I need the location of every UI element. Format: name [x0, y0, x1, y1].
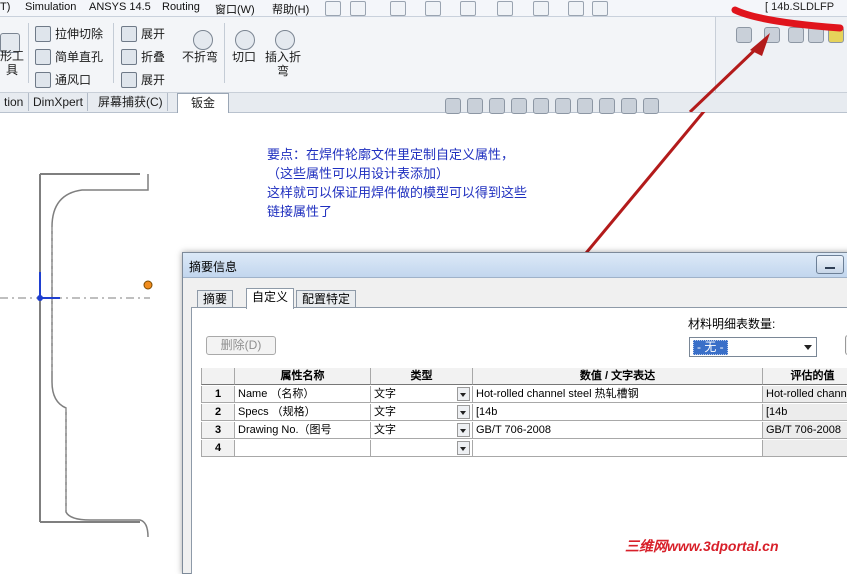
chevron-down-icon[interactable]: [457, 423, 470, 437]
col-header-type[interactable]: 类型: [371, 368, 473, 385]
evaluated-value-cell: [763, 440, 847, 457]
watermark: 三维网www.3dportal.cn: [625, 538, 779, 554]
sketch-point-highlight: [143, 280, 153, 290]
type-cell-text: 文字: [374, 424, 396, 436]
note-line: 要点：在焊件轮廓文件里定制自定义属性，: [267, 148, 515, 163]
property-name-cell[interactable]: [235, 440, 371, 457]
tab-summary[interactable]: 摘要: [197, 290, 234, 308]
value-cell[interactable]: [14b: [473, 404, 763, 421]
value-cell[interactable]: Hot-rolled channel steel 热轧槽钢: [473, 386, 763, 403]
note-line: 链接属性了: [267, 205, 333, 220]
value-cell[interactable]: GB/T 706-2008: [473, 422, 763, 439]
col-header-value[interactable]: 数值 / 文字表达: [473, 368, 763, 385]
origin-point: [37, 295, 43, 301]
property-name-cell[interactable]: Name （名称）: [235, 386, 371, 403]
evaluated-value-cell: GB/T 706-2008: [763, 422, 847, 439]
value-cell[interactable]: [473, 440, 763, 457]
annotation-underline-stroke: [731, 6, 844, 32]
tab-configuration-specific[interactable]: 配置特定: [296, 290, 357, 308]
type-cell-text: 文字: [374, 388, 396, 400]
chevron-down-icon[interactable]: [457, 405, 470, 419]
col-header-evaluated-value[interactable]: 评估的值: [763, 368, 847, 385]
chevron-down-icon[interactable]: [457, 441, 470, 455]
annotation-arrow-line-top: [688, 43, 762, 112]
evaluated-value-cell: [14b: [763, 404, 847, 421]
evaluated-value-cell: Hot-rolled channel: [763, 386, 847, 403]
note-line: （这些属性可以用设计表添加）: [267, 167, 450, 182]
header-corner: [201, 368, 235, 385]
delete-button[interactable]: 删除(D): [206, 336, 276, 355]
overlay-arrow-top: [688, 6, 844, 112]
row-number[interactable]: 4: [201, 440, 235, 457]
summary-info-dialog: 摘要信息 摘要 自定义 配置特定 删除(D) 材料明细表数量: - 无 - 属性…: [182, 252, 847, 574]
bom-quantity-select[interactable]: - 无 -: [689, 337, 817, 357]
dialog-title: 摘要信息: [189, 260, 238, 274]
type-cell[interactable]: 文字: [371, 386, 473, 403]
row-number[interactable]: 1: [201, 386, 235, 403]
dialog-title-bar[interactable]: 摘要信息: [183, 253, 847, 278]
tab-custom[interactable]: 自定义: [246, 288, 295, 309]
row-number[interactable]: 3: [201, 422, 235, 439]
property-name-cell[interactable]: Drawing No.（图号: [235, 422, 371, 439]
col-header-property-name[interactable]: 属性名称: [235, 368, 371, 385]
note-line: 这样就可以保证用焊件做的模型可以得到这些: [267, 186, 528, 201]
type-cell[interactable]: [371, 440, 473, 457]
minimize-button[interactable]: [816, 255, 844, 274]
type-cell-text: 文字: [374, 406, 396, 418]
row-number[interactable]: 2: [201, 404, 235, 421]
bom-quantity-value: - 无 -: [693, 340, 728, 355]
chevron-down-icon: [804, 345, 812, 350]
annotation-note: 要点：在焊件轮廓文件里定制自定义属性， （这些属性可以用设计表添加） 这样就可以…: [267, 146, 527, 222]
chevron-down-icon[interactable]: [457, 387, 470, 401]
property-name-cell[interactable]: Specs （规格）: [235, 404, 371, 421]
bom-quantity-label: 材料明细表数量:: [688, 317, 776, 331]
type-cell[interactable]: 文字: [371, 404, 473, 421]
profile-inner-contour: [51, 174, 149, 538]
type-cell[interactable]: 文字: [371, 422, 473, 439]
profile-outer-flanges: [40, 173, 140, 523]
profile-construction: [51, 227, 67, 512]
